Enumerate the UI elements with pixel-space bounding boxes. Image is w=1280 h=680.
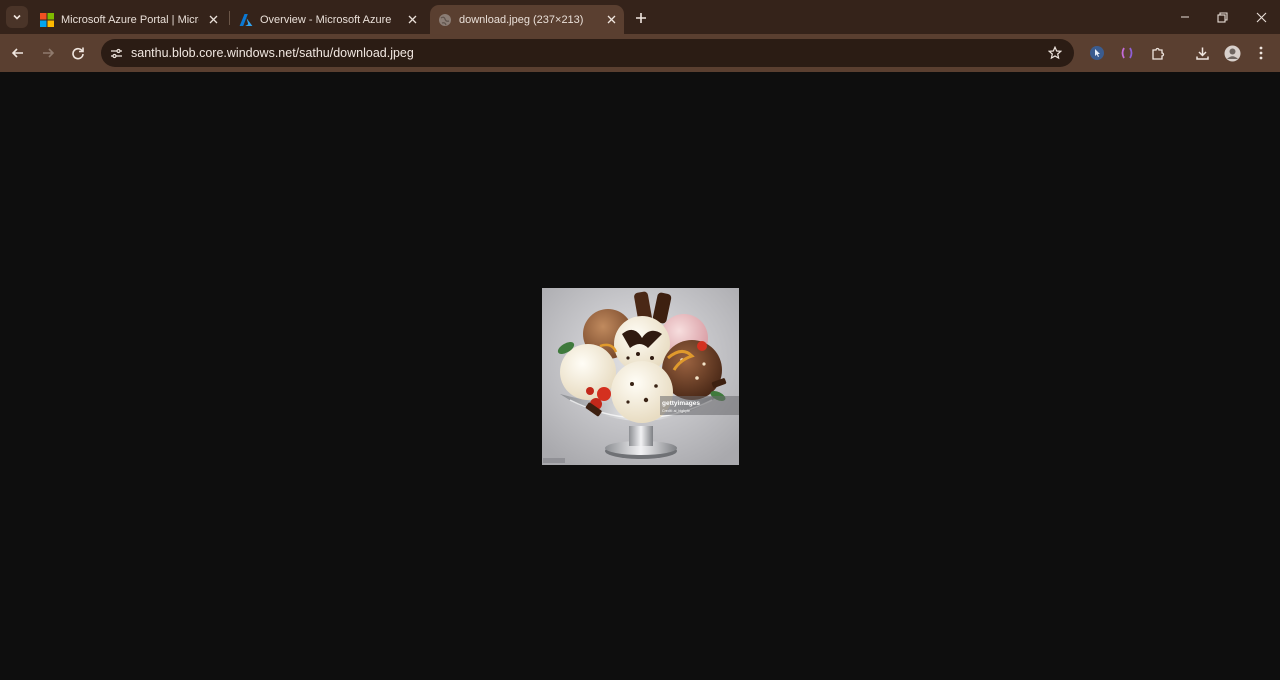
downloads-button[interactable] [1192,43,1212,63]
minimize-icon [1181,16,1189,18]
back-button[interactable] [8,43,28,63]
close-window-button[interactable] [1247,6,1275,28]
new-tab-button[interactable] [631,8,651,28]
close-icon [209,15,217,23]
close-tab-button[interactable] [405,12,419,26]
tab-title: Microsoft Azure Portal | Microsoft [61,13,199,26]
url-text: santhu.blob.core.windows.net/sathu/downl… [131,46,414,60]
restore-icon [1216,11,1228,23]
azure-logo-icon [239,13,253,26]
avatar-icon [1224,45,1240,61]
close-icon [607,15,615,23]
tab-azure-overview[interactable]: Overview - Microsoft Azure [231,5,425,34]
ice-cream-bowl-image: gettyimages Credit: ai_bigbyte [542,288,739,465]
reload-button[interactable] [68,43,88,63]
image-viewer: gettyimages Credit: ai_bigbyte [0,72,1280,680]
site-info-button[interactable] [107,44,125,62]
extension-cursor-button[interactable] [1087,43,1107,63]
bookmark-button[interactable] [1046,44,1064,62]
reload-icon [72,47,84,60]
address-bar[interactable]: santhu.blob.core.windows.net/sathu/downl… [101,39,1074,67]
tab-strip: Microsoft Azure Portal | Microsoft Overv… [0,0,1280,34]
watermark-credit: Credit: ai_bigbyte [662,409,690,413]
watermark-brand: gettyimages [662,400,700,407]
forward-button[interactable] [38,43,58,63]
close-tab-button[interactable] [206,12,220,26]
puzzle-icon [1151,47,1164,60]
minimize-button[interactable] [1171,6,1199,28]
arrow-right-icon [43,48,55,58]
tab-divider [229,11,230,25]
displayed-image[interactable]: gettyimages Credit: ai_bigbyte [542,288,739,465]
chevron-down-icon [13,14,21,20]
plus-icon [636,13,646,23]
tab-download-jpeg[interactable]: download.jpeg (237×213) [430,5,624,34]
tab-title: download.jpeg (237×213) [459,13,584,26]
restore-button[interactable] [1208,6,1236,28]
brackets-extension-icon [1121,47,1133,59]
menu-button[interactable] [1251,43,1271,63]
profile-button[interactable] [1222,43,1242,63]
close-icon [408,15,416,23]
arrow-left-icon [11,48,23,58]
close-tab-button[interactable] [604,12,618,26]
browser-toolbar: santhu.blob.core.windows.net/sathu/downl… [0,34,1280,72]
tab-search-button[interactable] [6,6,28,28]
globe-icon [439,13,451,26]
extensions-button[interactable] [1148,43,1168,63]
extension-brackets-button[interactable] [1117,43,1137,63]
star-icon [1048,46,1062,60]
tune-icon [110,48,122,58]
close-icon [1256,12,1266,22]
microsoft-logo-icon [40,12,54,27]
tab-title: Overview - Microsoft Azure [260,13,392,26]
more-vertical-icon [1259,46,1263,60]
tab-azure-portal[interactable]: Microsoft Azure Portal | Microsoft [32,5,226,34]
download-icon [1195,47,1209,60]
cursor-extension-icon [1090,46,1104,60]
